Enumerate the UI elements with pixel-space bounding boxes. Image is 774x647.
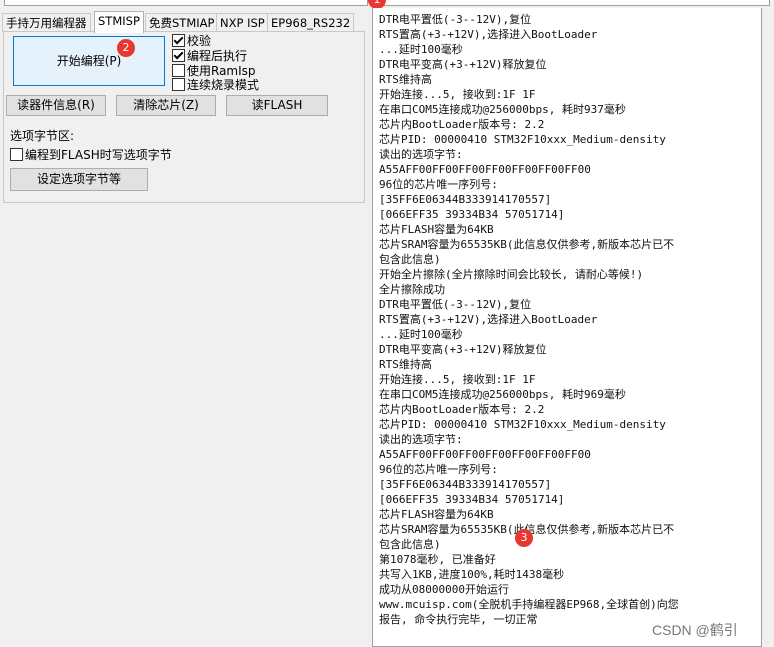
continuous-burn-checkbox[interactable]: 连续烧录模式 xyxy=(172,78,259,92)
tab-handheld-programmer[interactable]: 手持万用编程器 xyxy=(2,13,91,32)
tab-stmisp[interactable]: STMISP xyxy=(94,11,144,33)
log-line: 读出的选项字节: xyxy=(379,433,463,446)
log-line: [066EFF35 39334B34 57051714] xyxy=(379,493,565,506)
log-line: [066EFF35 39334B34 57051714] xyxy=(379,208,565,221)
read-flash-button[interactable]: 读FLASH xyxy=(226,95,328,116)
log-line: 包含此信息) xyxy=(379,538,441,551)
log-line: www.mcuisp.com(全脱机手持编程器EP968,全球首创)向您 xyxy=(379,598,679,611)
use-ramisp-checkbox[interactable]: 使用RamIsp xyxy=(172,64,256,78)
checkbox-box xyxy=(172,49,185,62)
log-line: 芯片PID: 00000410 STM32F10xxx_Medium-densi… xyxy=(379,133,666,146)
tab-free-stmiap[interactable]: 免费STMIAP xyxy=(145,13,219,32)
annotation-badge-2: 2 xyxy=(117,39,135,57)
file-path-field[interactable] xyxy=(4,0,368,6)
checkbox-label: 使用RamIsp xyxy=(187,64,256,78)
log-line: 芯片内BootLoader版本号: 2.2 xyxy=(379,118,545,131)
log-line: DTR电平置低(-3--12V),复位 xyxy=(379,13,532,26)
log-line: [35FF6E06344B333914170557] xyxy=(379,193,552,206)
log-line: 共写入1KB,进度100%,耗时1438毫秒 xyxy=(379,568,565,581)
log-line: 包含此信息) xyxy=(379,253,441,266)
log-line: 芯片FLASH容量为64KB xyxy=(379,508,494,521)
set-option-bytes-button[interactable]: 设定选项字节等 xyxy=(10,168,148,191)
checkbox-box xyxy=(172,34,185,47)
log-line: 全片擦除成功 xyxy=(379,283,445,296)
log-output[interactable]: DTR电平置低(-3--12V),复位 RTS置高(+3-+12V),选择进入Bo… xyxy=(372,8,762,647)
log-line: DTR电平置低(-3--12V),复位 xyxy=(379,298,532,311)
log-line: RTS维持高 xyxy=(379,358,432,371)
annotation-badge-3: 3 xyxy=(515,529,533,547)
log-line: 第1078毫秒, 已准备好 xyxy=(379,553,496,566)
top-bar xyxy=(0,0,774,8)
erase-chip-label: 清除芯片(Z) xyxy=(133,98,199,112)
start-program-button[interactable]: 开始编程(P) xyxy=(13,36,165,86)
run-after-program-checkbox[interactable]: 编程后执行 xyxy=(172,49,247,63)
erase-chip-button[interactable]: 清除芯片(Z) xyxy=(116,95,216,116)
log-line: 在串口COM5连接成功@256000bps, 耗时937毫秒 xyxy=(379,103,626,116)
log-line: RTS维持高 xyxy=(379,73,432,86)
option-bytes-title: 选项字节区: xyxy=(10,129,75,143)
top-right-field[interactable] xyxy=(376,0,770,6)
log-line: 芯片FLASH容量为64KB xyxy=(379,223,494,236)
read-device-info-button[interactable]: 读器件信息(R) xyxy=(6,95,106,116)
checkbox-label: 编程到FLASH时写选项字节 xyxy=(25,148,172,162)
checkbox-label: 连续烧录模式 xyxy=(187,78,260,92)
log-line: DTR电平变高(+3-+12V)释放复位 xyxy=(379,58,547,71)
start-program-label: 开始编程(P) xyxy=(56,54,122,68)
log-line: DTR电平变高(+3-+12V)释放复位 xyxy=(379,343,547,356)
log-line: 开始全片擦除(全片擦除时间会比较长, 请耐心等候!) xyxy=(379,268,644,281)
log-line: RTS置高(+3-+12V),选择进入BootLoader xyxy=(379,313,598,326)
log-line: 在串口COM5连接成功@256000bps, 耗时969毫秒 xyxy=(379,388,626,401)
read-flash-label: 读FLASH xyxy=(251,98,303,112)
log-line: 成功从08000000开始运行 xyxy=(379,583,509,596)
log-line: 报告, 命令执行完毕, 一切正常 xyxy=(379,613,538,626)
log-line: 96位的芯片唯一序列号: xyxy=(379,178,498,191)
tab-ep968-rs232[interactable]: EP968_RS232 xyxy=(267,13,355,32)
log-line: 读出的选项字节: xyxy=(379,148,463,161)
log-line: 96位的芯片唯一序列号: xyxy=(379,463,498,476)
log-line: ...延时100毫秒 xyxy=(379,328,463,341)
log-line: 芯片内BootLoader版本号: 2.2 xyxy=(379,403,545,416)
log-line: RTS置高(+3-+12V),选择进入BootLoader xyxy=(379,28,598,41)
watermark: CSDN @鹤引 xyxy=(652,622,738,638)
log-line: 开始连接...5, 接收到:1F 1F xyxy=(379,373,536,386)
checkbox-label: 校验 xyxy=(187,34,212,48)
checkbox-box xyxy=(10,148,23,161)
write-option-bytes-checkbox[interactable]: 编程到FLASH时写选项字节 xyxy=(10,148,172,162)
checkbox-box xyxy=(172,78,185,91)
log-line: A55AFF00FF00FF00FF00FF00FF00FF00 xyxy=(379,448,591,461)
read-info-label: 读器件信息(R) xyxy=(17,98,95,112)
log-line: 芯片PID: 00000410 STM32F10xxx_Medium-densi… xyxy=(379,418,666,431)
tab-nxp-isp[interactable]: NXP ISP xyxy=(216,13,269,32)
checkbox-box xyxy=(172,64,185,77)
checkbox-label: 编程后执行 xyxy=(187,49,248,63)
log-line: A55AFF00FF00FF00FF00FF00FF00FF00 xyxy=(379,163,591,176)
log-line: [35FF6E06344B333914170557] xyxy=(379,478,552,491)
stmisp-panel: 开始编程(P) 2 校验 编程后执行 使用RamIsp 连续烧录模式 读器件信息… xyxy=(3,31,365,203)
set-option-bytes-label: 设定选项字节等 xyxy=(36,172,121,186)
log-line: ...延时100毫秒 xyxy=(379,43,463,56)
log-line: 开始连接...5, 接收到:1F 1F xyxy=(379,88,536,101)
log-line: 芯片SRAM容量为65535KB(此信息仅供参考,新版本芯片已不 xyxy=(379,238,675,251)
verify-checkbox[interactable]: 校验 xyxy=(172,34,211,48)
